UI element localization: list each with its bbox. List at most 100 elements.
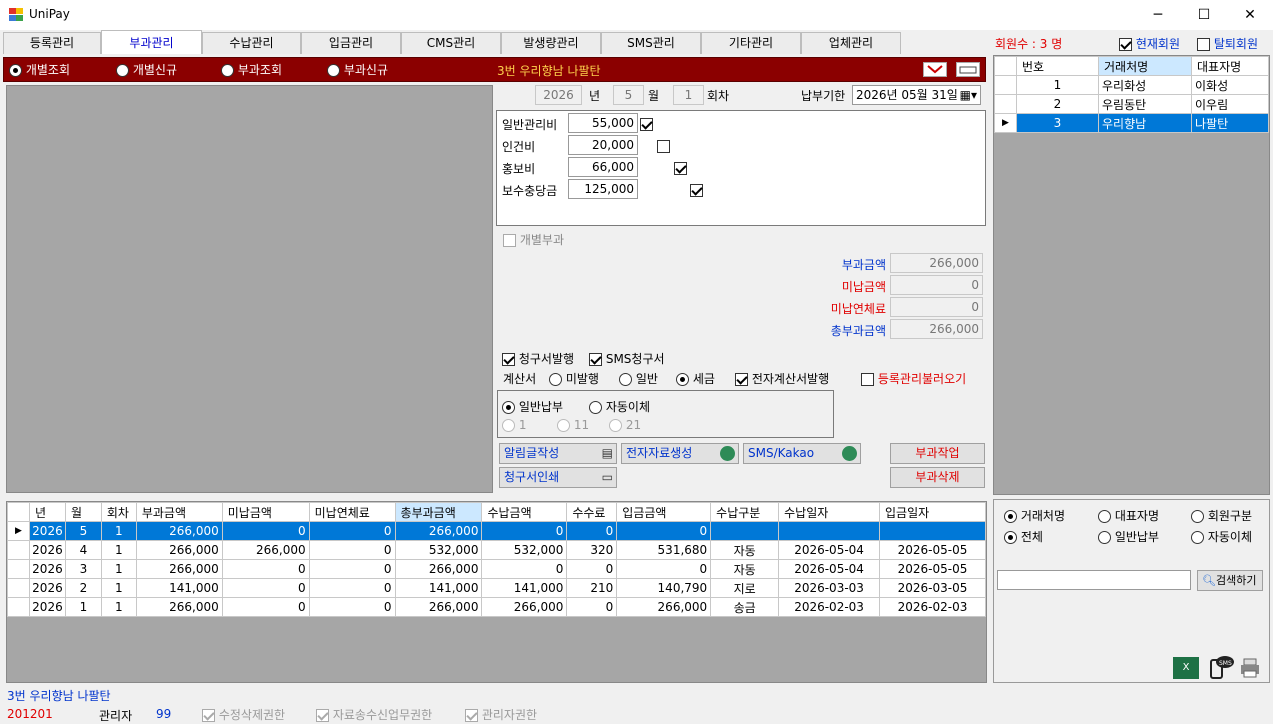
invoice-issue-option[interactable]: 청구서발행	[502, 350, 574, 367]
member-col-rep[interactable]: 대표자명	[1191, 56, 1269, 76]
radio-day-21[interactable]: 21	[609, 418, 641, 432]
col-total[interactable]: 총부과금액	[394, 502, 483, 522]
individual-charge-checkbox[interactable]	[503, 234, 516, 247]
col-deposit-date[interactable]: 입금일자	[879, 502, 986, 522]
radio-filter-all[interactable]: 전체	[1004, 528, 1043, 545]
write-notice-button[interactable]: 알림글작성 ▤	[499, 443, 617, 464]
radio-general-statement[interactable]: 일반	[619, 370, 658, 387]
tab-cms[interactable]: CMS관리	[401, 32, 501, 54]
radio-individual-view[interactable]: 개별조회	[9, 61, 70, 78]
perm-edit-delete[interactable]: 수정삭제권한	[202, 706, 285, 723]
create-edata-button[interactable]: 전자자료생성	[621, 443, 739, 464]
current-member-checkbox[interactable]	[1119, 38, 1132, 51]
table-cell: 2026-03-03	[778, 578, 881, 598]
col-charge[interactable]: 부과금액	[135, 502, 223, 522]
table-row[interactable]: 1 우리화성 이화성	[994, 75, 1269, 95]
radio-no-issue[interactable]: 미발행	[549, 370, 599, 387]
sms-icon[interactable]: SMS	[1208, 654, 1235, 680]
radio-individual-new[interactable]: 개별신규	[116, 61, 177, 78]
perm-data-transfer[interactable]: 자료송수신업무권한	[316, 706, 432, 723]
col-round[interactable]: 회차	[100, 502, 137, 522]
due-date-picker[interactable]: 2026년 05월 31일 ▦▾	[852, 85, 981, 105]
fee-amount-promo[interactable]: 66,000	[568, 157, 638, 177]
flag-icon[interactable]	[923, 62, 947, 77]
col-year[interactable]: 년	[28, 502, 66, 522]
table-row[interactable]: 2026 3 1 266,000 0 0 266,000 0 0 0 자동 2026-05-04 202…	[7, 559, 986, 579]
minimize-button[interactable]: ─	[1135, 0, 1181, 30]
month-field[interactable]: 5	[613, 85, 644, 105]
tab-receipt[interactable]: 수납관리	[202, 32, 301, 54]
table-row[interactable]: 2026 1 1 266,000 0 0 266,000 266,000 0 266,000 송금 2…	[7, 597, 986, 617]
fee-check-reserve[interactable]	[690, 184, 704, 197]
maximize-button[interactable]: ☐	[1181, 0, 1227, 30]
fee-amount-general[interactable]: 55,000	[568, 113, 638, 133]
tab-charge[interactable]: 부과관리	[101, 30, 202, 54]
row-header[interactable]	[7, 597, 30, 617]
tab-registration[interactable]: 등록관리	[3, 32, 101, 54]
search-input[interactable]	[997, 570, 1191, 590]
col-receipt-date[interactable]: 수납일자	[778, 502, 881, 522]
table-row[interactable]: 2026 4 1 266,000 266,000 0 532,000 532,000 320 53…	[7, 540, 986, 560]
radio-day-1[interactable]: 1	[502, 418, 526, 432]
radio-charge-view[interactable]: 부과조회	[221, 61, 282, 78]
withdrawn-member-toggle[interactable]: 탈퇴회원	[1197, 35, 1258, 52]
col-receipt-type[interactable]: 수납구분	[710, 502, 780, 522]
tab-deposit[interactable]: 입금관리	[301, 32, 401, 54]
member-col-company[interactable]: 거래처명	[1098, 56, 1192, 76]
col-deposit[interactable]: 입금금액	[616, 502, 712, 522]
row-header[interactable]: ▶	[7, 521, 30, 541]
load-registration-option[interactable]: 등록관리불러오기	[861, 370, 966, 387]
tab-volume[interactable]: 발생량관리	[501, 32, 601, 54]
member-col-no[interactable]: 번호	[1016, 56, 1099, 76]
row-header[interactable]	[7, 559, 30, 579]
col-unpaid[interactable]: 미납금액	[221, 502, 310, 522]
perm-admin[interactable]: 관리자권한	[465, 706, 537, 723]
fee-check-promo[interactable]	[673, 162, 687, 175]
printer-icon[interactable]	[1239, 657, 1261, 679]
current-member-toggle[interactable]: 현재회원	[1119, 35, 1180, 52]
table-row[interactable]: 2026 2 1 141,000 0 0 141,000 141,000 210 140,790 지…	[7, 578, 986, 598]
excel-icon[interactable]: X	[1173, 657, 1199, 679]
radio-filter-company[interactable]: 거래처명	[1004, 507, 1065, 524]
col-received[interactable]: 수납금액	[481, 502, 568, 522]
print-invoice-button[interactable]: 청구서인쇄 ▭	[499, 467, 617, 488]
col-late-fee[interactable]: 미납연체료	[308, 502, 396, 522]
row-header[interactable]	[7, 578, 30, 598]
radio-filter-rep[interactable]: 대표자명	[1098, 507, 1159, 524]
withdrawn-member-checkbox[interactable]	[1197, 38, 1210, 51]
fee-amount-reserve[interactable]: 125,000	[568, 179, 638, 199]
radio-general-pay[interactable]: 일반납부	[502, 398, 563, 415]
radio-day-11[interactable]: 11	[557, 418, 589, 432]
fee-amount-labor[interactable]: 20,000	[568, 135, 638, 155]
row-header[interactable]	[7, 540, 30, 560]
table-cell: 0	[308, 559, 396, 579]
radio-auto-transfer[interactable]: 자동이체	[589, 398, 650, 415]
radio-filter-general-pay[interactable]: 일반납부	[1098, 528, 1159, 545]
round-field[interactable]: 1	[673, 85, 704, 105]
table-row[interactable]: ▶ 3 우리향남 나팔탄	[994, 113, 1269, 133]
charge-work-button[interactable]: 부과작업	[890, 443, 985, 464]
sms-invoice-option[interactable]: SMS청구서	[589, 350, 665, 367]
year-field[interactable]: 2026	[535, 85, 582, 105]
tab-sms[interactable]: SMS관리	[601, 32, 701, 54]
col-month[interactable]: 월	[64, 502, 102, 522]
year-label: 년	[589, 89, 601, 103]
radio-charge-new[interactable]: 부과신규	[327, 61, 388, 78]
fee-check-labor[interactable]	[656, 140, 670, 153]
keyboard-icon[interactable]	[956, 62, 980, 77]
delete-charge-button[interactable]: 부과삭제	[890, 467, 985, 488]
sms-kakao-button[interactable]: SMS/Kakao	[743, 443, 861, 464]
fee-check-general[interactable]	[640, 118, 653, 131]
close-button[interactable]: ✕	[1227, 0, 1273, 30]
table-row[interactable]: ▶ 2026 5 1 266,000 0 0 266,000 0 0 0	[7, 521, 986, 541]
radio-filter-member-type[interactable]: 회원구분	[1191, 507, 1252, 524]
tab-other[interactable]: 기타관리	[701, 32, 801, 54]
col-fee[interactable]: 수수료	[566, 502, 618, 522]
tab-company[interactable]: 업체관리	[801, 32, 901, 54]
search-button[interactable]: 🔍︎검색하기	[1197, 570, 1263, 591]
e-tax-invoice-option[interactable]: 전자계산서발행	[735, 370, 829, 387]
table-row[interactable]: 2 우림동탄 이우림	[994, 94, 1269, 114]
radio-tax-statement[interactable]: 세금	[676, 370, 715, 387]
radio-filter-auto-transfer[interactable]: 자동이체	[1191, 528, 1252, 545]
individual-charge-toggle[interactable]: 개별부과	[503, 231, 564, 248]
